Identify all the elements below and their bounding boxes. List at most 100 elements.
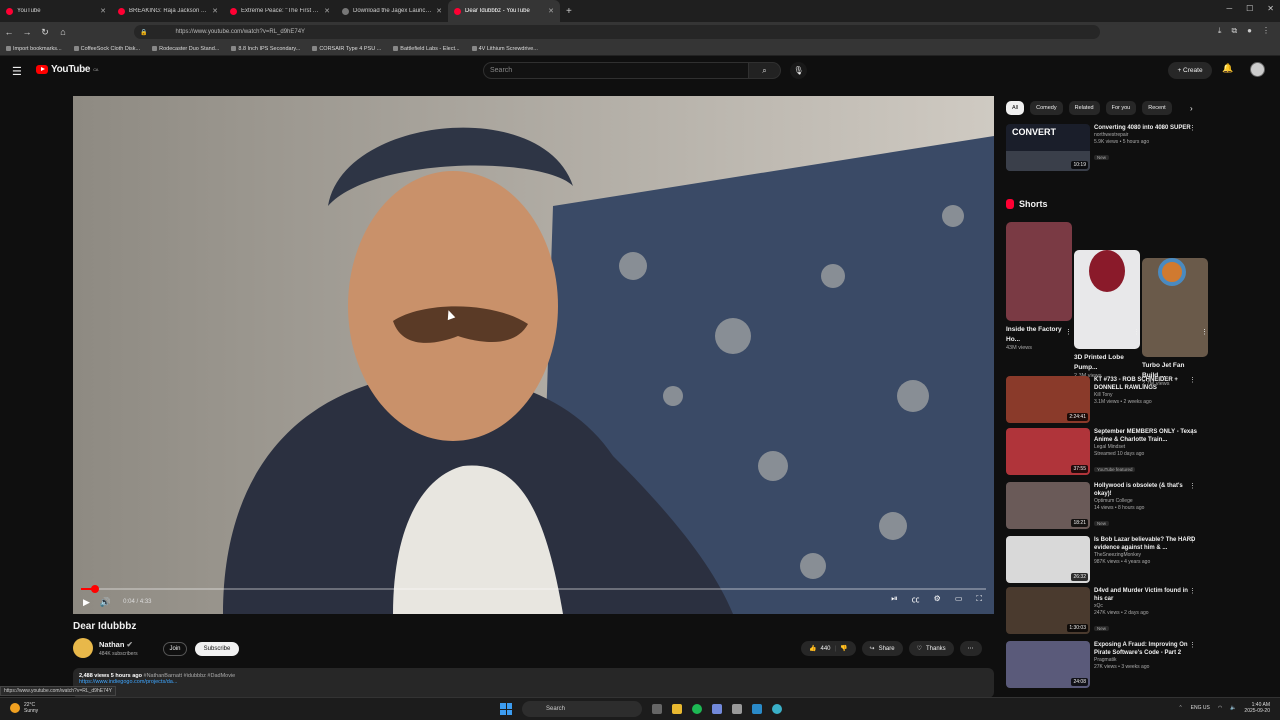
browser-tab[interactable]: Download the Jagex Launcher - ✕ — [336, 0, 448, 22]
short-thumbnail[interactable] — [1074, 250, 1140, 349]
recommended-video[interactable]: 37:55 September MEMBERS ONLY - Texas Ani… — [1006, 428, 1206, 476]
url-field[interactable]: 🔒 https://www.youtube.com/watch?v=RL_d9h… — [134, 25, 1100, 39]
windows-start-icon[interactable] — [500, 703, 512, 715]
bookmark[interactable]: Rodecaster Duo Stand... — [152, 46, 219, 52]
search-input[interactable]: Search — [483, 62, 749, 79]
recommended-video[interactable]: 26:32 Is Bob Lazar believable? The HARD … — [1006, 536, 1206, 583]
bookmark[interactable]: CoffeeSock Cloth Disk... — [73, 46, 140, 52]
close-window-icon[interactable]: ✕ — [1267, 4, 1274, 13]
home-icon[interactable]: ⌂ — [54, 27, 72, 37]
browser-icon[interactable] — [772, 704, 782, 714]
subscribe-button[interactable]: Subscribe — [195, 642, 239, 656]
forward-icon[interactable]: → — [18, 27, 36, 37]
bookmark[interactable]: 8.8 Inch IPS Secondary... — [231, 46, 300, 52]
more-actions-button[interactable]: ⋯ — [959, 641, 982, 656]
maximize-icon[interactable]: ☐ — [1246, 4, 1253, 13]
captions-icon[interactable]: ㏄ — [912, 594, 920, 605]
chip-recent[interactable]: Recent — [1142, 101, 1172, 115]
close-tab-icon[interactable]: ✕ — [212, 7, 218, 15]
short-item[interactable]: 3D Printed Lobe Pump... 2.3M views ⋮ — [1074, 222, 1140, 379]
wifi-icon[interactable]: ◠ — [1218, 705, 1222, 711]
recommended-video[interactable]: 18:21 Hollywood is obsolete (& that's ok… — [1006, 482, 1206, 530]
recommended-video[interactable]: CONVERT 10:19 Converting 4080 into 4080 … — [1006, 124, 1206, 171]
recommended-video[interactable]: 24:08 Exposing A Fraud: Improving On Pir… — [1006, 641, 1206, 688]
browser-tab[interactable]: Extreme Peace: "The First AI" St...✕ — [224, 0, 336, 22]
back-icon[interactable]: ← — [0, 27, 18, 37]
close-tab-icon[interactable]: ✕ — [436, 7, 442, 15]
youtube-logo[interactable]: YouTube CA — [36, 64, 98, 75]
more-options-icon[interactable]: ⋮ — [1133, 328, 1140, 336]
chip-related[interactable]: Related — [1068, 101, 1100, 115]
video-player[interactable]: ▶ 🔊 0:04 / 4:33 ⏯ ㏄ ⚙ ▭ ⛶ — [73, 96, 994, 614]
new-tab-icon[interactable]: + — [566, 6, 572, 17]
recommended-video[interactable]: 1:30:03 D4vd and Murder Victim found in … — [1006, 587, 1206, 635]
more-options-icon[interactable]: ⋮ — [1065, 328, 1072, 336]
autoplay-toggle-icon[interactable]: ⏯ — [891, 594, 897, 605]
settings-gear-icon[interactable]: ⚙ — [934, 594, 941, 605]
more-options-icon[interactable]: ⋮ — [1189, 587, 1196, 595]
browser-tab[interactable]: BREAKING: Raja Jackson Arrest...✕ — [112, 0, 224, 22]
thumbs-up-icon[interactable]: 👍 — [809, 645, 816, 652]
close-tab-icon[interactable]: ✕ — [548, 7, 554, 15]
bookmark[interactable]: Import bookmarks... — [6, 46, 62, 52]
reload-icon[interactable]: ↻ — [36, 27, 54, 38]
search-button[interactable]: ⌕ — [749, 62, 781, 79]
more-options-icon[interactable]: ⋮ — [1189, 482, 1196, 490]
chevron-right-icon[interactable]: › — [1190, 104, 1193, 113]
video-thumbnail[interactable]: 26:32 — [1006, 536, 1090, 583]
more-options-icon[interactable]: ⋮ — [1189, 376, 1196, 384]
bookmark[interactable]: 4V Lithium Screwdrive... — [471, 46, 538, 52]
recommended-video[interactable]: 2:24:41 KT #733 - ROB SCHNEIDER + DONNEL… — [1006, 376, 1206, 423]
video-thumbnail[interactable]: 2:24:41 — [1006, 376, 1090, 423]
chip-for-you[interactable]: For you — [1105, 101, 1137, 115]
more-options-icon[interactable]: ⋮ — [1189, 428, 1196, 436]
chip-comedy[interactable]: Comedy — [1030, 101, 1063, 115]
account-avatar[interactable] — [1250, 62, 1265, 77]
video-thumbnail[interactable]: 37:55 — [1006, 428, 1090, 475]
extensions-icon[interactable]: ⧉ — [1231, 26, 1237, 36]
thumbs-down-icon[interactable]: 👎 — [840, 645, 847, 652]
minimize-icon[interactable]: ─ — [1226, 4, 1232, 13]
theater-mode-icon[interactable]: ▭ — [955, 594, 963, 605]
short-item[interactable]: Inside the Factory Ho... 43M views ⋮ — [1006, 222, 1072, 351]
clock[interactable]: 1:40 AM 2025-09-20 — [1244, 702, 1270, 714]
chip-all[interactable]: All — [1006, 101, 1025, 115]
bookmark[interactable]: Battlefield Labs - Elect... — [393, 46, 460, 52]
app-icon[interactable] — [732, 704, 742, 714]
browser-tab[interactable]: YouTube ✕ — [0, 0, 112, 22]
speaker-icon[interactable]: 🔈 — [1230, 705, 1236, 711]
notifications-bell-icon[interactable]: 🔔 — [1222, 63, 1233, 74]
discord-icon[interactable] — [712, 704, 722, 714]
task-view-icon[interactable] — [652, 704, 662, 714]
steam-icon[interactable] — [752, 704, 762, 714]
browser-tab-active[interactable]: Dear Idubbbz - YouTube ✕ — [448, 0, 560, 22]
progress-bar[interactable] — [81, 585, 986, 593]
video-thumbnail[interactable]: 24:08 — [1006, 641, 1090, 688]
short-thumbnail[interactable] — [1142, 258, 1208, 357]
file-explorer-icon[interactable] — [672, 704, 682, 714]
fullscreen-icon[interactable]: ⛶ — [976, 594, 982, 605]
close-tab-icon[interactable]: ✕ — [100, 7, 106, 15]
weather-widget[interactable]: 22°C Sunny — [10, 702, 38, 714]
channel-avatar[interactable] — [73, 638, 93, 658]
description-box[interactable]: 2,488 views 5 hours ago #NathanBarnatt #… — [73, 668, 994, 698]
video-thumbnail[interactable]: 18:21 — [1006, 482, 1090, 529]
channel-name[interactable]: Nathan ✔ — [99, 640, 138, 649]
description-link[interactable]: https://www.indiegogo.com/projects/da... — [79, 679, 177, 685]
join-button[interactable]: Join — [163, 642, 187, 656]
progress-scrubber[interactable] — [90, 585, 99, 593]
download-icon[interactable]: ⤓ — [1218, 26, 1222, 36]
tray-overflow-icon[interactable]: ⌃ — [1178, 705, 1182, 711]
video-thumbnail[interactable]: CONVERT 10:19 — [1006, 124, 1090, 171]
share-button[interactable]: ↪ Share — [861, 641, 903, 656]
hamburger-menu-icon[interactable]: ☰ — [12, 65, 22, 78]
volume-icon[interactable]: 🔊 — [100, 597, 111, 608]
more-options-icon[interactable]: ⋮ — [1201, 328, 1208, 336]
create-button[interactable]: + Create — [1168, 62, 1212, 79]
taskbar-search[interactable]: Search — [522, 701, 642, 717]
short-thumbnail[interactable] — [1006, 222, 1072, 321]
video-thumbnail[interactable]: 1:30:03 — [1006, 587, 1090, 634]
play-icon[interactable]: ▶ — [83, 597, 90, 608]
more-options-icon[interactable]: ⋮ — [1189, 536, 1196, 544]
spotify-icon[interactable] — [692, 704, 702, 714]
